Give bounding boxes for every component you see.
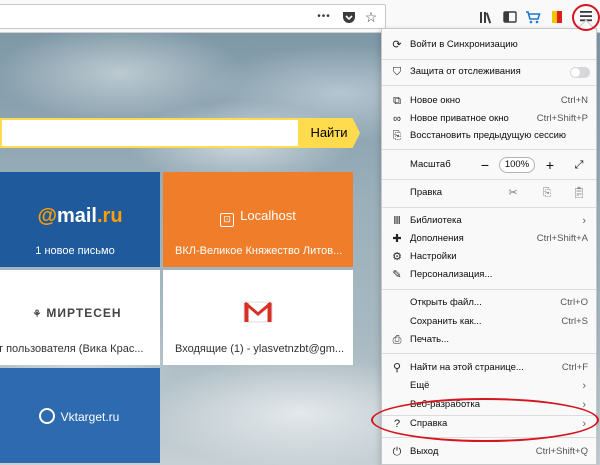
menu-item-shortcut: Ctrl+O: [560, 297, 588, 308]
menu-item-find[interactable]: ⚲ Найти на этой странице... Ctrl+F: [382, 359, 596, 377]
menu-item-edit: Правка ✂ ⎘ 📋︎: [382, 184, 596, 202]
zoom-reset-button[interactable]: 100%: [499, 157, 535, 173]
menu-item-exit[interactable]: ⏻ Выход Ctrl+Shift+Q: [382, 443, 596, 461]
sync-icon: ⟳: [392, 39, 402, 51]
menu-item-label: Настройки: [410, 251, 457, 262]
fullscreen-icon[interactable]: ⤢: [572, 156, 586, 174]
menu-item-label: Ещё: [410, 380, 430, 391]
menu-item-label: Новое приватное окно: [410, 113, 509, 124]
tile-title: ⊡ Localhost: [163, 208, 353, 227]
gear-icon: ⚙: [392, 251, 402, 263]
tile-subtitle: Входящие (1) - ylasvetnzbt@gm...: [175, 343, 345, 355]
pocket-icon[interactable]: [342, 10, 356, 24]
menu-item-addons[interactable]: ✚ Дополнения Ctrl+Shift+A: [382, 230, 596, 248]
tracking-toggle[interactable]: [570, 67, 590, 78]
library-icon: Ⅲ: [393, 215, 401, 227]
annotation-circle-help: [371, 398, 599, 442]
menu-item-label: Выход: [410, 446, 439, 457]
search-button[interactable]: Найти: [298, 118, 360, 148]
menu-item-new-window[interactable]: ⧉ Новое окно Ctrl+N: [382, 92, 596, 110]
restore-icon: ⎘: [392, 130, 402, 142]
tile-title: ⚘ МИРТЕСЕН: [32, 306, 122, 320]
zoom-in-button[interactable]: +: [543, 156, 557, 174]
sidebar-icon[interactable]: [502, 9, 518, 25]
menu-item-label: Открыть файл...: [410, 297, 482, 308]
tile-subtitle: т пользователя (Вика Крас...: [0, 343, 144, 355]
menu-item-label: Правка: [410, 187, 443, 198]
tile-gmail[interactable]: Входящие (1) - ylasvetnzbt@gm...: [163, 270, 353, 365]
menu-item-customize[interactable]: ✎ Персонализация...: [382, 266, 596, 284]
mailru-logo: @mail.ru: [37, 205, 123, 227]
menu-item-shortcut: Ctrl+N: [560, 95, 588, 106]
menu-item-sync[interactable]: ⟳ Войти в Синхронизацию: [382, 36, 596, 54]
tile-mailru[interactable]: @mail.ru 1 новое письмо: [0, 172, 160, 267]
menu-separator: [382, 149, 596, 150]
paintbrush-icon: ✎: [392, 269, 402, 281]
menu-item-label: Дополнения: [410, 233, 464, 244]
menu-item-label: Печать...: [410, 334, 450, 345]
library-icon[interactable]: [478, 9, 494, 25]
search-input[interactable]: [0, 118, 300, 148]
menu-separator: [382, 85, 596, 86]
tile-vktarget[interactable]: Vktarget.ru: [0, 368, 160, 463]
search-icon: ⚲: [392, 362, 402, 374]
menu-item-label: Войти в Синхронизацию: [410, 39, 518, 50]
zoom-out-button[interactable]: −: [478, 156, 492, 174]
shield-icon: ⛉: [392, 66, 402, 78]
localhost-icon: ⊡: [220, 213, 235, 227]
menu-separator: [382, 289, 596, 290]
menu-item-label: Персонализация...: [410, 269, 493, 280]
menu-item-restore-session[interactable]: ⎘ Восстановить предыдущую сессию: [382, 127, 596, 145]
page-actions-icon[interactable]: •••: [317, 10, 331, 24]
annotation-circle-menu: [572, 4, 600, 31]
menu-item-label: Масштаб: [410, 159, 451, 170]
new-window-icon: ⧉: [393, 95, 401, 107]
menu-item-shortcut: Ctrl+Shift+P: [536, 113, 588, 124]
menu-item-private-window[interactable]: ∞ Новое приватное окно Ctrl+Shift+P: [382, 110, 596, 128]
menu-item-more[interactable]: Ещё ›: [382, 377, 596, 395]
gmail-icon: [163, 300, 353, 327]
copy-icon[interactable]: ⎘: [540, 184, 554, 202]
menu-item-print[interactable]: ⎙ Печать...: [382, 331, 596, 349]
menu-separator: [382, 353, 596, 354]
menu-item-shortcut: Ctrl+F: [561, 362, 588, 373]
menu-separator: [382, 59, 596, 60]
menu-item-shortcut: Ctrl+Shift+A: [536, 233, 588, 244]
cut-icon[interactable]: ✂: [506, 184, 520, 202]
power-icon: ⏻: [392, 446, 402, 458]
menu-item-shortcut: Ctrl+Shift+Q: [535, 446, 588, 457]
menu-item-label: Защита от отслеживания: [410, 66, 521, 77]
url-bar[interactable]: ••• ☆: [0, 4, 386, 29]
cart-icon[interactable]: [525, 9, 541, 25]
chevron-right-icon: ›: [582, 380, 586, 392]
puzzle-icon: ✚: [392, 233, 402, 245]
bookmark-icon[interactable]: [549, 9, 565, 25]
print-icon: ⎙: [392, 334, 402, 346]
tile-title: Vktarget.ru: [0, 408, 160, 424]
private-mask-icon: ∞: [393, 113, 401, 125]
tile-subtitle: ВКЛ-Великое Княжество Литов...: [175, 245, 343, 257]
menu-item-label: Найти на этой странице...: [410, 362, 524, 373]
tile-mirtesen[interactable]: ⚘ МИРТЕСЕН т пользователя (Вика Крас...: [0, 270, 160, 365]
paste-icon[interactable]: 📋︎: [572, 184, 586, 202]
menu-separator: [382, 179, 596, 180]
tile-subtitle: 1 новое письмо: [35, 245, 115, 257]
menu-item-tracking-protection[interactable]: ⛉ Защита от отслеживания: [382, 63, 596, 81]
menu-item-shortcut: Ctrl+S: [561, 316, 588, 327]
menu-item-label: Новое окно: [410, 95, 461, 106]
chevron-right-icon: ›: [582, 215, 586, 227]
menu-item-settings[interactable]: ⚙ Настройки: [382, 248, 596, 266]
mirtesen-logo-icon: ⚘: [32, 309, 43, 320]
menu-item-library[interactable]: Ⅲ Библиотека ›: [382, 212, 596, 230]
menu-item-label: Сохранить как...: [410, 316, 482, 327]
menu-separator: [382, 207, 596, 208]
vktarget-icon: [38, 408, 55, 424]
menu-item-zoom: Масштаб − 100% + ⤢: [382, 156, 596, 174]
menu-item-open-file[interactable]: Открыть файл... Ctrl+O: [382, 294, 596, 312]
menu-item-label: Восстановить предыдущую сессию: [410, 130, 567, 141]
tile-localhost[interactable]: ⊡ Localhost ВКЛ-Великое Княжество Литов..…: [163, 172, 353, 267]
menu-item-save-as[interactable]: Сохранить как... Ctrl+S: [382, 313, 596, 331]
menu-item-label: Библиотека: [410, 215, 462, 226]
star-icon[interactable]: ☆: [364, 10, 378, 24]
